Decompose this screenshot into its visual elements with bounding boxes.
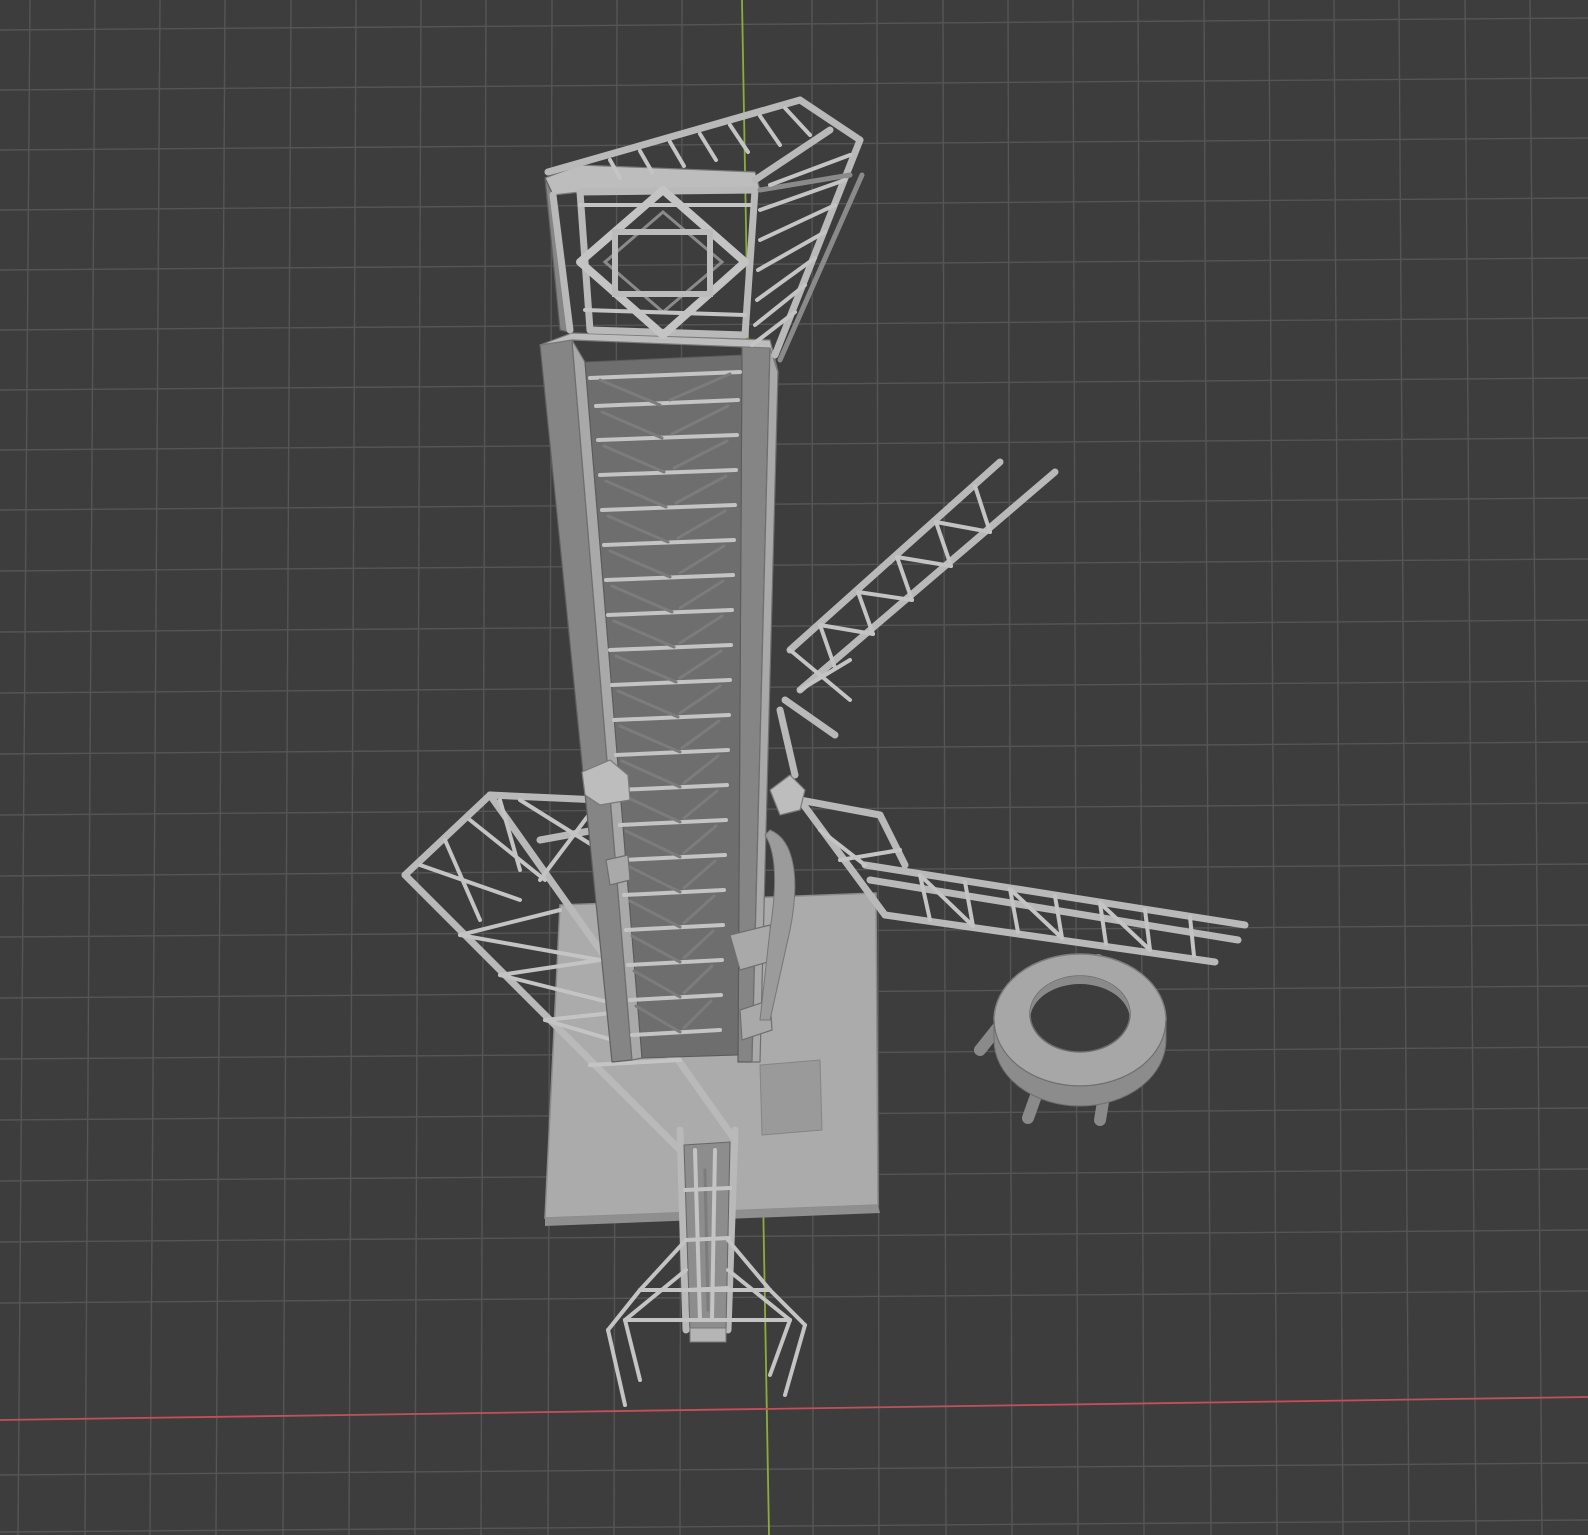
upper-right-arm[interactable] bbox=[776, 458, 1059, 779]
ring-stand[interactable] bbox=[974, 953, 1167, 1126]
viewport-canvas[interactable] bbox=[0, 0, 1588, 1535]
x-axis-line bbox=[0, 1396, 1588, 1421]
tower-head[interactable] bbox=[544, 164, 761, 339]
3d-viewport[interactable] bbox=[0, 0, 1588, 1535]
launch-tower-model[interactable] bbox=[401, 96, 1249, 1407]
